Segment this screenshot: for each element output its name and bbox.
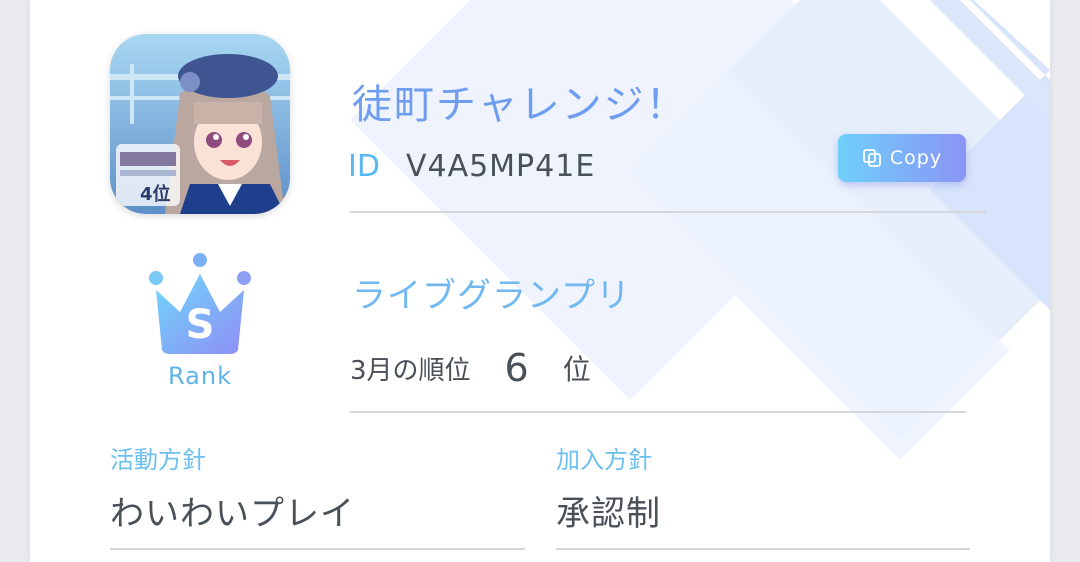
clan-avatar: 4位 [110,34,290,214]
copy-icon [862,149,881,167]
rank-badge: S Rank [140,250,260,400]
join-policy-divider [556,548,970,550]
rank-position: 6 [504,346,529,390]
avatar-badge-text: 4位 [140,184,171,205]
rank-letter: S [185,302,215,348]
activity-policy-value: わいわいプレイ [110,494,355,534]
clan-id-row: ID V4A5MP41E [348,146,595,186]
join-policy-value: 承認制 [556,494,661,534]
grandprix-title: ライブグランプリ [352,276,631,316]
copy-button-label: Copy [889,147,943,169]
month-rank-label: 3月の順位 [350,355,471,386]
clan-profile-card: 4位 徒町チャレンジ！ ID V4A5MP41E Copy S Rank ライブ… [30,0,1050,562]
clan-name: 徒町チャレンジ！ [352,82,688,128]
rank-label: Rank [168,362,232,390]
grandprix-rank-row: 3月の順位 6 位 [350,340,591,396]
rank-position-unit: 位 [562,353,591,386]
activity-policy-label: 活動方針 [110,446,206,474]
grandprix-divider [350,411,966,413]
activity-policy-divider [110,548,525,550]
header-divider [350,211,986,213]
id-label: ID [348,148,380,184]
copy-id-button[interactable]: Copy [838,134,966,182]
join-policy-label: 加入方針 [556,446,652,474]
clan-id-value: V4A5MP41E [405,148,596,184]
